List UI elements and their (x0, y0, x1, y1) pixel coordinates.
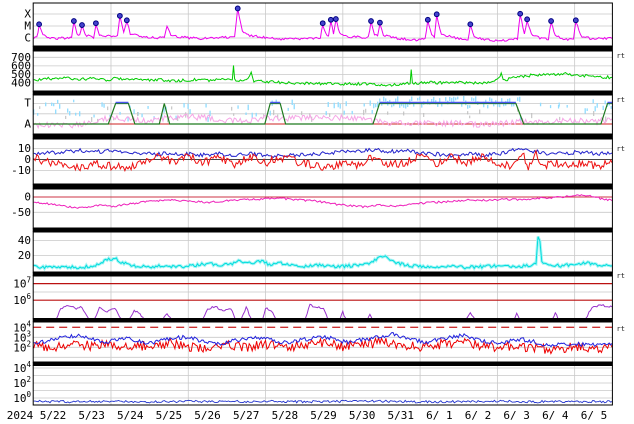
panel-separator (32, 362, 613, 366)
x-tick-label: 6/ 1 (426, 409, 453, 422)
x-tick-label: 6/ 2 (465, 409, 492, 422)
x-tick-label: 6/ 3 (503, 409, 530, 422)
panel-y-labels: XMC (24, 8, 31, 45)
rt-label: rt (617, 272, 625, 280)
x-tick-label: 5/31 (388, 409, 415, 422)
panel-electron-flux: 107106 (13, 275, 613, 319)
panel-y-labels: 700600500400 (11, 51, 31, 90)
panel-separator (32, 46, 613, 51)
rt-label: rt (617, 325, 625, 333)
x-tick-label: 5/27 (233, 409, 260, 422)
y-tick-label: 40 (18, 234, 31, 247)
y-tick-label: A (24, 118, 31, 131)
x-tick-label: 6/ 4 (542, 409, 569, 422)
y-tick-label: 0 (24, 191, 31, 204)
x-tick-label: 5/28 (272, 409, 299, 422)
panel-separator (32, 91, 613, 95)
panel-xray-flux: XMC (24, 2, 613, 47)
panel-proton-flux-gt10mev: 104102100 (13, 360, 613, 406)
space-weather-figure: X M C 700 600 500 400 T A 10 0 -10 0 -50 40 20 107 106 104… (0, 0, 634, 424)
x-tick-label: 5/30 (349, 409, 376, 422)
panel-solar-wind-speed: 700600500400 (11, 50, 613, 92)
rt-label: rt (617, 96, 625, 104)
panel-y-labels: 104102100 (13, 360, 31, 405)
y-tick-label: 400 (11, 77, 31, 90)
panel-separator (32, 184, 613, 189)
y-tick-label: -10 (11, 164, 31, 177)
panel-bg (33, 365, 613, 405)
x-tick-label: 5/25 (156, 409, 183, 422)
x-tick-label: 5/29 (310, 409, 337, 422)
panel-proton-flux-high: 104103102 (13, 319, 613, 363)
rt-label: rt (617, 145, 625, 153)
x-tick-label: 5/22 (40, 409, 67, 422)
y-tick-label: -50 (11, 206, 31, 219)
x-tick-label: 6/ 5 (581, 409, 608, 422)
panel-separator (32, 228, 613, 232)
panel-bg (33, 189, 613, 228)
panel-activity-index: TA (24, 94, 613, 135)
panel-separator (32, 272, 613, 276)
chart-canvas: XMC700600500400TA100-100-504020107106104… (0, 0, 634, 424)
y-tick-label: 20 (18, 249, 31, 262)
x-tick-label: 5/26 (194, 409, 221, 422)
y-tick-label: C (24, 32, 31, 45)
rt-label: rt (617, 52, 625, 60)
x-tick-label: 5/24 (117, 409, 144, 422)
panel-proton-low: 4020 (18, 231, 613, 273)
y-tick-label: T (24, 97, 31, 110)
panel-separator (32, 134, 613, 139)
panel-dst-index: 0-50 (11, 188, 613, 229)
panel-bg (33, 276, 613, 319)
x-tick-label: 5/23 (78, 409, 105, 422)
panel-separator (32, 318, 613, 322)
panel-imf-bz: 100-10 (11, 138, 613, 185)
x-axis-year-label: 2024 (7, 409, 34, 422)
